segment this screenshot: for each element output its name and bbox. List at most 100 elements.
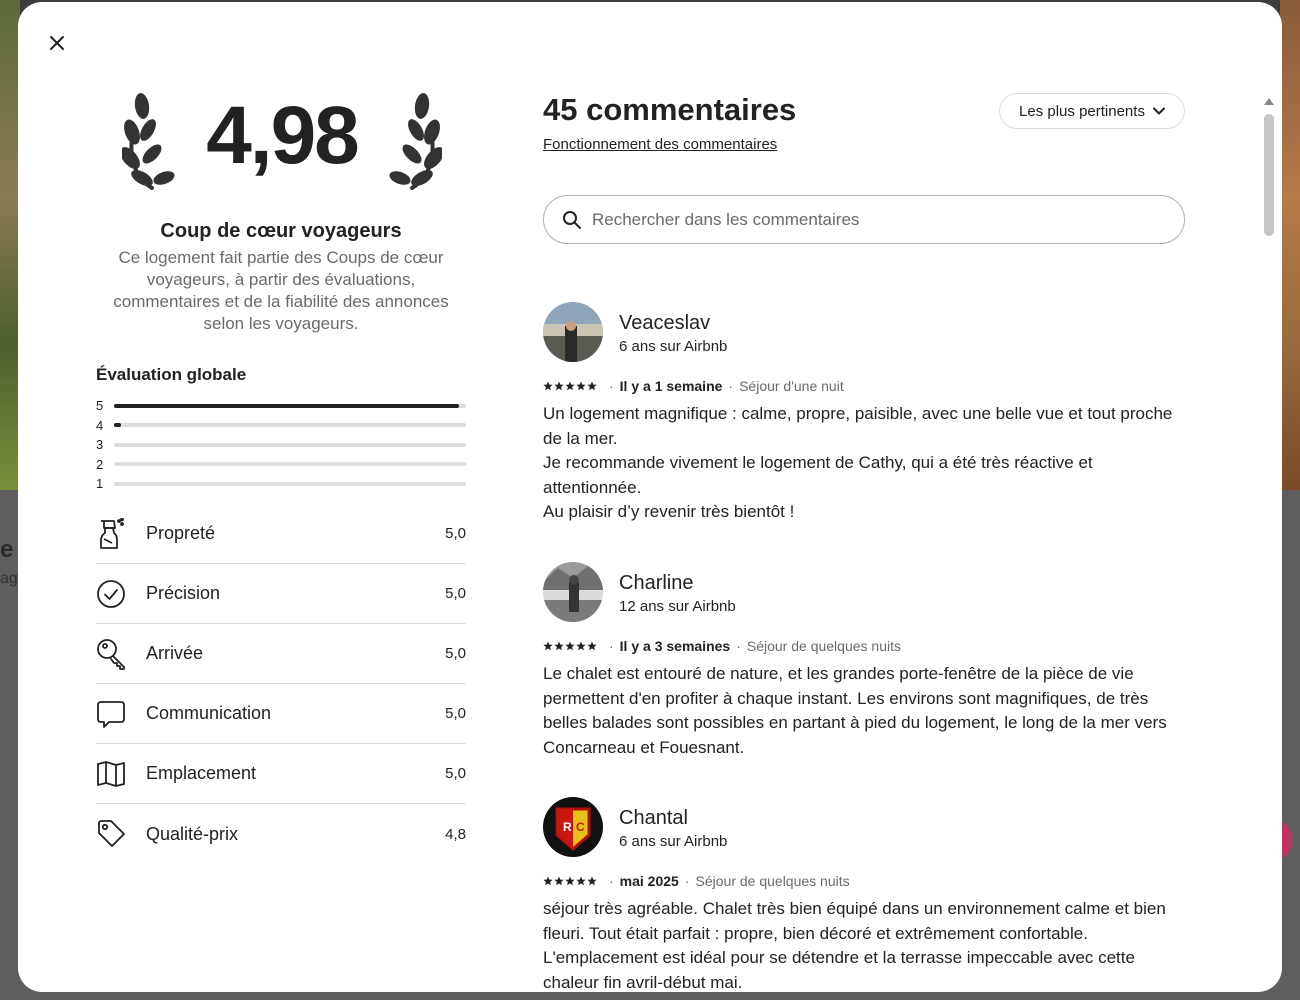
category-label: Communication: [146, 703, 272, 723]
rating-distribution-fill: [114, 423, 121, 428]
category-rating-row: Arrivée 5,0: [96, 624, 466, 684]
reviewer-tenure: 6 ans sur Airbnb: [619, 337, 728, 355]
scroll-up-arrow[interactable]: [1264, 98, 1274, 105]
reviewer-name[interactable]: Veaceslav: [619, 310, 727, 336]
sort-dropdown-label: Les plus pertinents: [1019, 102, 1145, 120]
separator-dot: ·: [728, 378, 734, 394]
rating-distribution-track: [114, 423, 466, 428]
review-card: Charline 12 ans sur Airbnb · Il y a 3 semai…: [543, 562, 1185, 760]
review-text-line: Au plaisir d’y revenir très bientôt !: [543, 502, 795, 521]
avatar[interactable]: RC: [543, 797, 603, 857]
guest-favorite-title: Coup de cœur voyageurs: [160, 220, 402, 242]
background-photo-left: [0, 0, 20, 490]
rating-distribution-row: 5: [96, 396, 466, 416]
star-rating-icon: [543, 381, 597, 391]
avatar[interactable]: [543, 302, 603, 362]
category-value: 5,0: [445, 585, 466, 602]
separator-dot: ·: [609, 378, 614, 394]
review-card: R C Chantal 6 ans sur Airbnb · mai 2025 · Séjou…: [543, 797, 1185, 992]
category-value: 5,0: [445, 645, 466, 662]
rating-distribution-row: 2: [96, 455, 466, 475]
separator-dot: ·: [609, 638, 614, 654]
svg-text:R: R: [563, 820, 572, 834]
rating-distribution-track: [114, 481, 466, 486]
modal-scrollbar[interactable]: [1264, 98, 1274, 988]
rating-distribution-label: 2: [96, 456, 104, 472]
review-text-line: Je recommande vivement le logement de Ca…: [543, 453, 1093, 497]
how-reviews-work-link[interactable]: Fonctionnement des commentaires: [543, 136, 777, 153]
review-text-line: Un logement magnifique : calme, propre, …: [543, 404, 1173, 448]
rating-distribution-label: 1: [96, 476, 104, 492]
reviews-search-input[interactable]: [592, 209, 1184, 230]
separator-dot: ·: [609, 873, 614, 889]
rating-distribution-row: 4: [96, 416, 466, 436]
review-header: Charline 12 ans sur Airbnb: [543, 562, 1185, 622]
review-meta: · mai 2025 · Séjour de quelques nuits: [543, 871, 1185, 891]
reviewer-tenure: 12 ans sur Airbnb: [619, 597, 736, 615]
review-text: séjour très agréable. Chalet très bien é…: [543, 897, 1185, 992]
separator-dot: ·: [684, 873, 690, 889]
rating-distribution-row: 3: [96, 435, 466, 455]
rating-distribution-track: [114, 403, 466, 408]
price-tag-icon: [96, 818, 146, 850]
review-text: Un logement magnifique : calme, propre, …: [543, 402, 1185, 525]
reviews-modal: 4,98 Coup de cœur voyageurs Ce logement …: [18, 2, 1282, 992]
reviewer-name[interactable]: Charline: [619, 570, 736, 596]
category-label: Précision: [146, 583, 221, 603]
scroll-thumb[interactable]: [1264, 114, 1274, 236]
guest-favorite-description: Ce logement fait partie des Coups de cœu…: [113, 248, 449, 333]
background-heading-fragment: e: [0, 536, 14, 563]
review-stay-type: Séjour de quelques nuits: [746, 638, 901, 654]
star-rating-icon: [543, 641, 597, 651]
reviewer-tenure: 6 ans sur Airbnb: [619, 832, 728, 850]
review-date: mai 2025: [619, 873, 679, 889]
sort-dropdown[interactable]: Les plus pertinents: [999, 93, 1185, 129]
category-ratings: Propreté 5,0 Précision 5,0 Arrivée 5,0 Communi…: [96, 504, 466, 864]
avatar[interactable]: [543, 562, 603, 622]
category-label: Qualité-prix: [146, 823, 239, 844]
review-date: Il y a 3 semaines: [619, 638, 731, 654]
rating-distribution-row: 1: [96, 474, 466, 494]
category-label: Arrivée: [146, 643, 204, 663]
review-text: Le chalet est entouré de nature, et les …: [543, 662, 1185, 760]
category-value: 5,0: [445, 525, 466, 542]
chat-bubble-icon: [96, 698, 146, 730]
rating-distribution: 5 4 3 2 1: [96, 396, 466, 494]
map-icon: [96, 758, 146, 790]
laurel-right-icon: [389, 93, 442, 190]
category-rating-row: Précision 5,0: [96, 564, 466, 624]
separator-dot: ·: [736, 638, 741, 654]
review-text-line: séjour très agréable. Chalet très bien é…: [543, 899, 1166, 992]
search-icon: [563, 210, 581, 229]
reviews-search[interactable]: [543, 195, 1185, 244]
rating-distribution-label: 4: [96, 417, 104, 433]
category-value: 5,0: [445, 705, 466, 722]
key-icon: [96, 638, 146, 670]
review-header: R C Chantal 6 ans sur Airbnb: [543, 797, 1185, 857]
category-rating-row: Communication 5,0: [96, 684, 466, 744]
star-rating-icon: [543, 876, 597, 886]
spray-bottle-icon: [96, 517, 146, 550]
review-date: Il y a 1 semaine: [619, 378, 723, 394]
reviewer-info: Charline 12 ans sur Airbnb: [619, 570, 736, 615]
reviewer-info: Chantal 6 ans sur Airbnb: [619, 805, 727, 850]
category-rating-row: Emplacement 5,0: [96, 744, 466, 804]
category-label: Propreté: [146, 523, 216, 543]
review-meta: · Il y a 3 semaines · Séjour de quelques nu…: [543, 636, 1185, 656]
rating-distribution-fill: [114, 403, 459, 408]
background-text-fragment: ag: [0, 570, 18, 587]
overall-rating-title: Évaluation globale: [96, 365, 247, 384]
chevron-down-icon: [1152, 107, 1165, 115]
category-value: 4,8: [445, 825, 466, 843]
close-button[interactable]: [42, 28, 72, 58]
review-header: Veaceslav 6 ans sur Airbnb: [543, 302, 1185, 362]
category-rating-row: Qualité-prix 4,8: [96, 804, 466, 864]
rating-distribution-track: [114, 442, 466, 447]
reviewer-info: Veaceslav 6 ans sur Airbnb: [619, 310, 727, 355]
background-photo-right: [1280, 0, 1300, 490]
reviewer-name[interactable]: Chantal: [619, 805, 727, 831]
review-stay-type: Séjour d'une nuit: [739, 378, 844, 394]
close-icon: [50, 36, 64, 50]
review-stay-type: Séjour de quelques nuits: [695, 873, 850, 889]
review-text-line: Le chalet est entouré de nature, et les …: [543, 664, 1167, 757]
